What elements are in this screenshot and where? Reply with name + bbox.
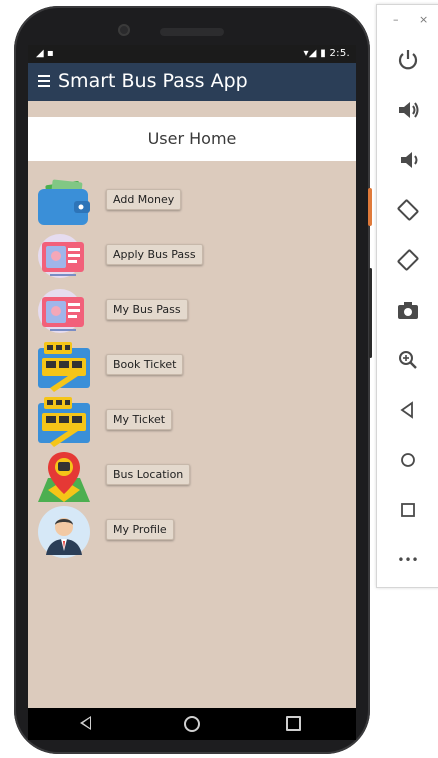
- power-icon[interactable]: [395, 47, 421, 73]
- my-profile-button[interactable]: My Profile: [106, 519, 174, 540]
- close-button[interactable]: ×: [419, 13, 428, 26]
- emulator-toolbar: – × •••: [376, 4, 438, 588]
- book-ticket-button[interactable]: Book Ticket: [106, 354, 184, 375]
- status-right-icons: ▾◢ ▮ 2:5.: [303, 48, 350, 59]
- status-left-icons: ◢ ▪: [36, 48, 54, 59]
- menu-item-bus-location: Bus Location: [36, 450, 336, 504]
- zoom-icon[interactable]: [395, 347, 421, 373]
- menu-item-my-ticket: My Ticket: [36, 395, 336, 449]
- volume-down-icon[interactable]: [395, 147, 421, 173]
- home-nav-icon[interactable]: [184, 716, 200, 732]
- ticket-icon: [36, 230, 92, 284]
- menu-item-my-bus-pass: My Bus Pass: [36, 285, 336, 339]
- minimize-button[interactable]: –: [393, 13, 399, 26]
- bus-ticket-icon: [36, 340, 92, 394]
- hamburger-menu-icon[interactable]: [38, 75, 50, 87]
- rotate-left-icon[interactable]: [395, 197, 421, 223]
- phone-volume-button[interactable]: [369, 268, 372, 358]
- volume-up-icon[interactable]: [395, 97, 421, 123]
- back-nav-icon[interactable]: [80, 716, 91, 730]
- phone-side-button[interactable]: [368, 188, 372, 226]
- front-camera: [118, 24, 130, 36]
- overview-icon[interactable]: [395, 497, 421, 523]
- my-bus-pass-button[interactable]: My Bus Pass: [106, 299, 188, 320]
- earpiece-speaker: [160, 28, 224, 36]
- add-money-button[interactable]: Add Money: [106, 189, 182, 210]
- menu-item-my-profile: My Profile: [36, 505, 336, 559]
- camera-icon[interactable]: [395, 297, 421, 323]
- user-avatar-icon: [36, 505, 92, 559]
- status-bar: ◢ ▪ ▾◢ ▮ 2:5.: [28, 45, 356, 63]
- page-header-card: User Home: [28, 117, 356, 161]
- page-title: User Home: [147, 129, 237, 148]
- android-nav-bar: [28, 708, 356, 740]
- app-bar: Smart Bus Pass App: [28, 63, 356, 101]
- bus-ticket-icon: [36, 395, 92, 449]
- ticket-icon: [36, 285, 92, 339]
- back-icon[interactable]: [395, 397, 421, 423]
- bus-location-button[interactable]: Bus Location: [106, 464, 191, 485]
- my-ticket-button[interactable]: My Ticket: [106, 409, 173, 430]
- wallet-icon: [36, 175, 92, 229]
- phone-screen: ◢ ▪ ▾◢ ▮ 2:5. Smart Bus Pass App User Ho…: [28, 45, 356, 709]
- more-icon[interactable]: •••: [395, 547, 421, 573]
- menu-item-add-money: Add Money: [36, 175, 336, 229]
- app-title: Smart Bus Pass App: [58, 70, 248, 92]
- home-icon[interactable]: [395, 447, 421, 473]
- recents-nav-icon[interactable]: [286, 716, 301, 731]
- menu-item-apply-bus-pass: Apply Bus Pass: [36, 230, 336, 284]
- rotate-right-icon[interactable]: [395, 247, 421, 273]
- apply-bus-pass-button[interactable]: Apply Bus Pass: [106, 244, 203, 265]
- menu-item-book-ticket: Book Ticket: [36, 340, 336, 394]
- emulator-window-controls: – ×: [377, 13, 438, 27]
- map-pin-icon: [36, 450, 92, 504]
